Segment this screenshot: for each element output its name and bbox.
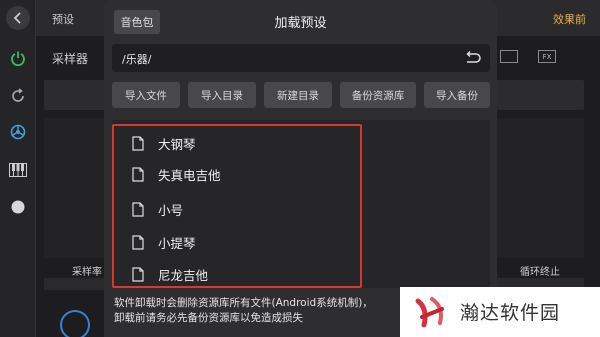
current-path: /乐器/ [122, 53, 152, 66]
import-backup-button[interactable]: 导入备份 [424, 82, 490, 108]
sample-rate-label: 采样率 [72, 267, 102, 278]
back-button[interactable] [6, 6, 30, 30]
new-folder-button[interactable]: 新建目录 [264, 82, 332, 108]
file-name: 尼龙吉他 [158, 267, 209, 283]
file-list: 大钢琴 失真电吉他 小号 小提琴 尼龙吉他 [112, 120, 490, 288]
left-rail [0, 0, 36, 337]
file-icon [132, 266, 144, 282]
list-item[interactable]: 大钢琴 [132, 132, 196, 154]
import-folder-button[interactable]: 导入目录 [188, 82, 256, 108]
fx-button[interactable]: FX [538, 50, 556, 63]
watermark: 瀚达软件园 [400, 287, 600, 337]
wheel-icon[interactable] [8, 122, 28, 142]
list-item[interactable]: 小提琴 [132, 231, 196, 253]
keyboard-icon[interactable] [500, 50, 518, 63]
file-icon [132, 234, 144, 250]
list-item[interactable]: 小号 [132, 198, 183, 220]
action-row: 导入文件 导入目录 新建目录 备份资源库 导入备份 [112, 82, 492, 108]
pre-effect-toggle[interactable]: 效果前 [553, 11, 586, 27]
watermark-text: 瀚达软件园 [460, 302, 561, 324]
dialog-title: 加载预设 [274, 16, 327, 31]
file-icon [132, 201, 144, 217]
sampler-title: 采样器 [52, 52, 89, 66]
loop-end-label: 循环终止 [520, 267, 560, 278]
chevron-left-icon [13, 12, 21, 24]
file-icon [132, 166, 144, 182]
piano-keys-icon[interactable] [8, 160, 28, 180]
record-icon[interactable] [8, 197, 28, 217]
preset-tab[interactable]: 预设 [52, 11, 74, 27]
file-name: 小提琴 [158, 235, 196, 251]
list-item[interactable]: 尼龙吉他 [132, 263, 208, 285]
watermark-logo-icon [415, 297, 444, 328]
file-name: 小号 [158, 202, 184, 218]
file-name: 大钢琴 [158, 136, 196, 152]
path-bar: /乐器/ [112, 44, 490, 72]
knob[interactable] [60, 310, 90, 337]
import-file-button[interactable]: 导入文件 [112, 82, 180, 108]
backup-library-button[interactable]: 备份资源库 [340, 82, 416, 108]
file-icon [132, 135, 144, 151]
list-item[interactable]: 失真电吉他 [132, 163, 221, 185]
loop-icon[interactable] [8, 86, 28, 106]
return-icon[interactable] [464, 50, 482, 66]
power-icon[interactable] [8, 48, 28, 68]
file-name: 失真电吉他 [158, 167, 221, 183]
